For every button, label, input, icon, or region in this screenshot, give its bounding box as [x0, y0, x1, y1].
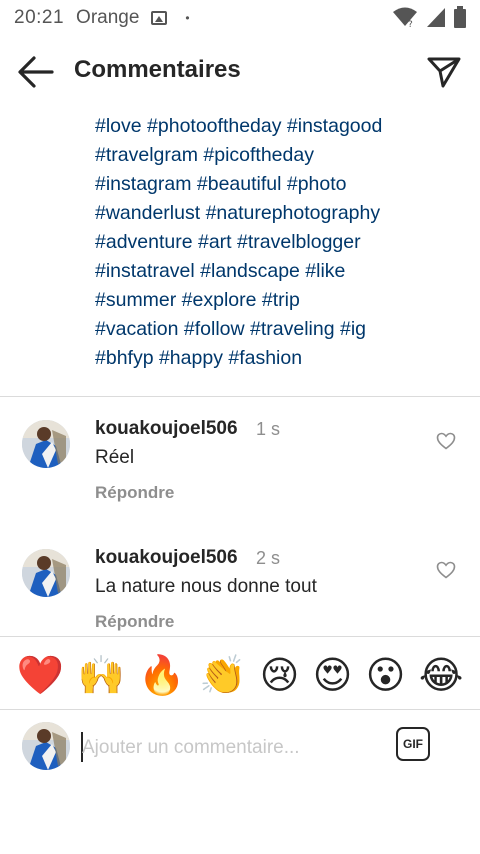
divider	[0, 396, 480, 397]
comment-item: kouakoujoel506 2 s La nature nous donne …	[0, 547, 480, 659]
status-bar: 20:21 Orange • ?	[0, 0, 480, 36]
heart-eyes-emoji[interactable]: 😍	[313, 656, 353, 694]
comment-text: Réel	[95, 447, 135, 468]
caption-line[interactable]: #summer #explore #trip	[95, 286, 465, 315]
wifi-icon: ?	[393, 7, 417, 28]
caption-line[interactable]: #instatravel #landscape #like	[95, 257, 465, 286]
comment-input[interactable]	[82, 735, 382, 761]
like-comment-button[interactable]	[436, 432, 456, 450]
emoji-quick-reactions: ❤️ 🙌 🔥 👏 😢 😍 😮 😂	[0, 645, 480, 705]
signal-icon	[427, 8, 445, 27]
avatar-image	[22, 420, 70, 468]
avatar	[22, 722, 70, 770]
arrow-left-icon	[18, 56, 54, 88]
header: Commentaires	[0, 36, 480, 108]
caption-line[interactable]: #adventure #art #travelblogger	[95, 228, 465, 257]
post-caption: #love #photooftheday #instagood #travelg…	[95, 112, 465, 373]
caption-line[interactable]: #wanderlust #naturephotography	[95, 199, 465, 228]
status-carrier: Orange	[76, 7, 140, 28]
clapping-hands-emoji[interactable]: 👏	[199, 656, 246, 694]
caption-line[interactable]: #vacation #follow #traveling #ig	[95, 315, 465, 344]
red-heart-emoji[interactable]: ❤️	[17, 656, 64, 694]
comment-username[interactable]: kouakoujoel506	[95, 418, 238, 440]
status-time: 20:21	[14, 7, 65, 28]
comment-time: 1 s	[256, 419, 281, 439]
fire-emoji[interactable]: 🔥	[138, 656, 185, 694]
battery-icon	[454, 6, 466, 28]
heart-icon	[436, 561, 456, 579]
avatar-image	[22, 722, 70, 770]
comment-item: kouakoujoel506 1 s Réel Répondre	[0, 418, 480, 530]
gif-button[interactable]: GIF	[396, 727, 430, 761]
comment-text: La nature nous donne tout	[95, 576, 317, 597]
status-dot: •	[185, 11, 190, 25]
status-icons: ?	[392, 6, 466, 28]
laughing-tears-emoji[interactable]: 😂	[419, 656, 463, 694]
comment-username[interactable]: kouakoujoel506	[95, 547, 238, 569]
comment-composer: GIF	[0, 711, 480, 781]
crying-face-emoji[interactable]: 😢	[260, 656, 300, 694]
share-button[interactable]	[426, 54, 462, 90]
comment-time: 2 s	[256, 548, 281, 568]
divider	[0, 636, 480, 637]
caption-line[interactable]: #instagram #beautiful #photo	[95, 170, 465, 199]
reply-button[interactable]: Répondre	[95, 612, 174, 632]
reply-button[interactable]: Répondre	[95, 483, 174, 503]
divider	[0, 709, 480, 710]
paper-plane-icon	[427, 57, 461, 88]
surprised-face-emoji[interactable]: 😮	[366, 656, 406, 694]
caption-line[interactable]: #love #photooftheday #instagood	[95, 112, 465, 141]
svg-text:?: ?	[408, 20, 413, 28]
avatar[interactable]	[22, 549, 70, 597]
heart-icon	[436, 432, 456, 450]
caption-line[interactable]: #travelgram #picoftheday	[95, 141, 465, 170]
like-comment-button[interactable]	[436, 561, 456, 579]
page-title: Commentaires	[74, 56, 241, 83]
raising-hands-emoji[interactable]: 🙌	[77, 656, 124, 694]
avatar[interactable]	[22, 420, 70, 468]
caption-line[interactable]: #bhfyp #happy #fashion	[95, 344, 465, 373]
gallery-notification-icon	[151, 11, 168, 25]
avatar-image	[22, 549, 70, 597]
back-button[interactable]	[16, 54, 56, 90]
